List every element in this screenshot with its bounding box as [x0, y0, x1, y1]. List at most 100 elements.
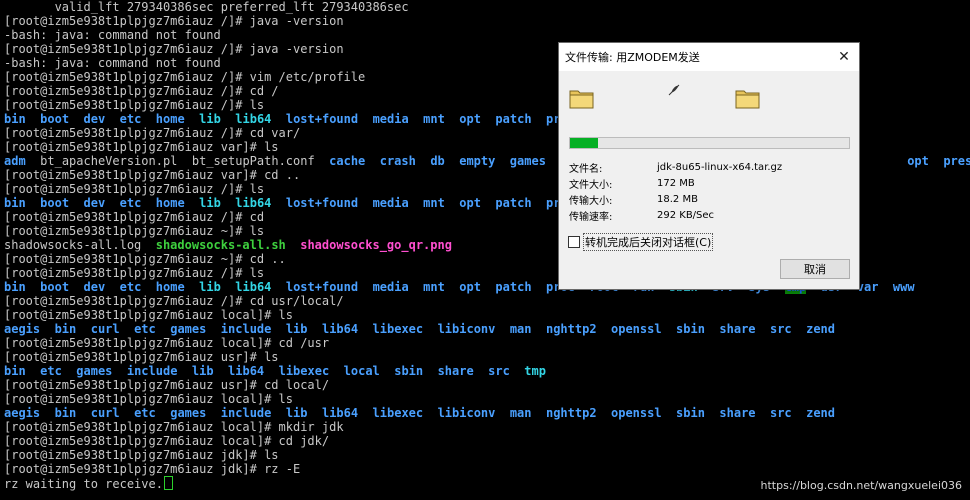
terminal-token: man: [509, 322, 532, 336]
terminal-token: lib64: [321, 406, 359, 420]
terminal-token: [root@izm5e938t1plpjgz7m6iauz ~]# cd ..: [4, 252, 286, 266]
terminal-token: bin: [4, 280, 26, 294]
terminal-token: include: [220, 406, 272, 420]
terminal-token: [root@izm5e938t1plpjgz7m6iauz var]# cd .…: [4, 168, 301, 182]
transfer-info: 文件名: jdk-8u65-linux-x64.tar.gz 文件大小: 172…: [569, 159, 849, 223]
terminal-token: -bash: java: command not found: [4, 28, 221, 42]
terminal-token: games: [76, 364, 113, 378]
terminal-token: [root@izm5e938t1plpjgz7m6iauz jdk]# ls: [4, 448, 279, 462]
terminal-token: mnt: [423, 196, 445, 210]
terminal-token: curl: [90, 406, 120, 420]
info-value: 172 MB: [657, 177, 695, 189]
terminal-token: opt: [459, 112, 481, 126]
terminal-token: libexec: [372, 406, 424, 420]
terminal-token: lib64: [235, 196, 272, 210]
terminal-token: boot: [40, 196, 70, 210]
terminal-token: bin: [54, 322, 77, 336]
terminal-token: [root@izm5e938t1plpjgz7m6iauz /]# java -…: [4, 42, 344, 56]
terminal-token: rz waiting to receive.: [4, 477, 163, 491]
terminal-line: [root@izm5e938t1plpjgz7m6iauz /]# cd usr…: [4, 294, 970, 308]
terminal-token: [root@izm5e938t1plpjgz7m6iauz /]# cd: [4, 210, 265, 224]
terminal-token: etc: [119, 280, 142, 294]
terminal-token: nghttp2: [545, 322, 597, 336]
terminal-token: mnt: [423, 112, 445, 126]
terminal-token: mnt: [423, 280, 445, 294]
terminal-token: lib: [191, 364, 214, 378]
terminal-token: games: [509, 154, 546, 168]
terminal-token: dev: [83, 112, 106, 126]
close-on-complete-option[interactable]: 转机完成后关闭对话框(C): [568, 233, 714, 251]
terminal-token: [root@izm5e938t1plpjgz7m6iauz local]# cd…: [4, 336, 330, 350]
terminal-token: bin: [4, 196, 26, 210]
terminal-token: lib: [285, 322, 308, 336]
terminal-token: preserve: [943, 154, 970, 168]
info-value: jdk-8u65-linux-x64.tar.gz: [657, 161, 783, 173]
terminal-token: [root@izm5e938t1plpjgz7m6iauz /]# cd usr…: [4, 294, 344, 308]
terminal-token: patch: [495, 112, 532, 126]
terminal-token: patch: [495, 280, 532, 294]
terminal-token: [root@izm5e938t1plpjgz7m6iauz usr]# cd l…: [4, 378, 330, 392]
terminal-token: patch: [495, 196, 532, 210]
info-label: 传输速率:: [569, 211, 613, 223]
terminal-token: opt: [459, 196, 481, 210]
info-row-filesize: 文件大小: 172 MB: [569, 175, 849, 191]
terminal-token: include: [220, 322, 272, 336]
terminal-token: etc: [40, 364, 62, 378]
terminal-token: curl: [90, 322, 120, 336]
checkbox-label[interactable]: 转机完成后关闭对话框(C): [583, 233, 714, 251]
terminal-token: libexec: [278, 364, 330, 378]
terminal-token: etc: [134, 322, 156, 336]
terminal-line: [root@izm5e938t1plpjgz7m6iauz /]# java -…: [4, 14, 970, 28]
terminal-token: home: [155, 196, 185, 210]
close-on-complete-checkbox[interactable]: [568, 236, 580, 248]
terminal-token: boot: [40, 280, 70, 294]
terminal-token: src: [769, 406, 792, 420]
terminal-token: sbin: [676, 406, 705, 420]
terminal-token: local: [343, 364, 380, 378]
terminal-token: [root@izm5e938t1plpjgz7m6iauz local]# ls: [4, 392, 293, 406]
terminal-token: home: [155, 112, 185, 126]
terminal-token: zend: [806, 322, 836, 336]
transfer-icons: [569, 84, 849, 117]
terminal-token: tmp: [524, 364, 546, 378]
terminal-token: opt: [907, 154, 929, 168]
terminal-token: share: [719, 322, 756, 336]
zmodem-transfer-dialog: 文件传输: 用ZMODEM发送 ✕ 文件名: jdk-8u65-linux-x6…: [558, 42, 860, 290]
info-label: 文件大小:: [569, 179, 613, 191]
terminal-token: empty: [459, 154, 496, 168]
terminal-token: shadowsocks-all.sh: [155, 238, 286, 252]
terminal-token: lost+found: [285, 112, 359, 126]
terminal-token: [root@izm5e938t1plpjgz7m6iauz local]# cd…: [4, 434, 330, 448]
cancel-button[interactable]: 取消: [780, 259, 850, 279]
terminal-token: lib: [199, 112, 221, 126]
info-value: 18.2 MB: [657, 193, 698, 205]
terminal-token: src: [488, 364, 510, 378]
terminal-token: var: [856, 280, 879, 294]
info-row-transferred: 传输大小: 18.2 MB: [569, 191, 849, 207]
terminal-token: etc: [119, 112, 142, 126]
terminal-token: [root@izm5e938t1plpjgz7m6iauz local]# ls: [4, 308, 293, 322]
terminal-token: openssl: [611, 322, 662, 336]
terminal-line: [root@izm5e938t1plpjgz7m6iauz usr]# cd l…: [4, 378, 970, 392]
terminal-token: lib64: [228, 364, 265, 378]
terminal-token: share: [719, 406, 756, 420]
terminal-line: [root@izm5e938t1plpjgz7m6iauz local]# cd…: [4, 434, 970, 448]
terminal-token: libexec: [372, 322, 424, 336]
terminal-cursor: [163, 476, 173, 490]
terminal-token: cache: [329, 154, 366, 168]
terminal-token: openssl: [611, 406, 662, 420]
terminal-token: lib64: [235, 280, 272, 294]
terminal-token: [root@izm5e938t1plpjgz7m6iauz jdk]# rz -…: [4, 462, 301, 476]
close-icon[interactable]: ✕: [835, 48, 853, 66]
info-label: 传输大小:: [569, 195, 613, 207]
terminal-token: home: [155, 280, 185, 294]
terminal-line: [root@izm5e938t1plpjgz7m6iauz local]# mk…: [4, 420, 970, 434]
terminal-token: bt_apacheVersion.pl: [40, 154, 178, 168]
terminal-token: lib64: [321, 322, 359, 336]
terminal-line: bin etc games include lib lib64 libexec …: [4, 364, 970, 378]
terminal-line: [root@izm5e938t1plpjgz7m6iauz jdk]# ls: [4, 448, 970, 462]
terminal-line: -bash: java: command not found: [4, 28, 970, 42]
terminal-token: lib: [199, 196, 221, 210]
terminal-token: aegis: [4, 322, 41, 336]
terminal-token: sbin: [676, 322, 705, 336]
